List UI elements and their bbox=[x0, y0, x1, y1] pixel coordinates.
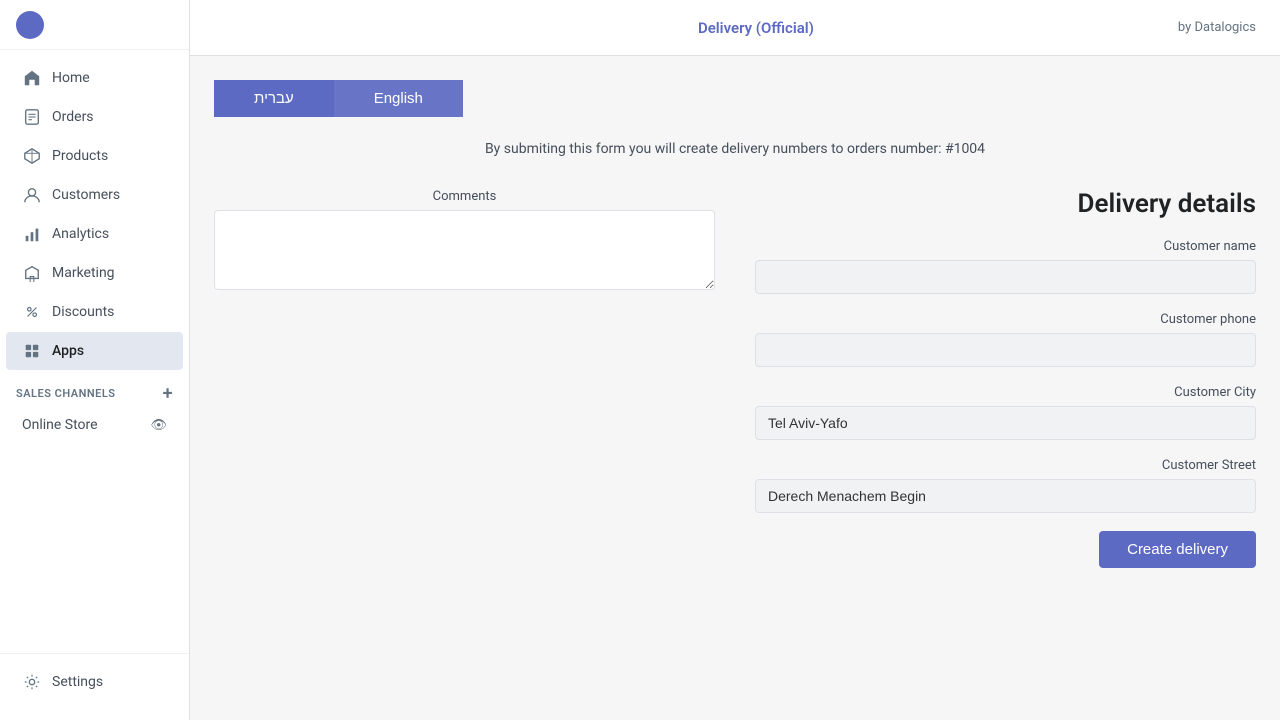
sidebar-logo bbox=[0, 0, 189, 50]
english-lang-button[interactable]: English bbox=[334, 80, 463, 117]
shopify-logo-icon bbox=[16, 11, 44, 39]
sidebar-item-discounts[interactable]: Discounts bbox=[6, 293, 183, 331]
sidebar-item-apps[interactable]: Apps bbox=[6, 332, 183, 370]
hebrew-lang-button[interactable]: עברית bbox=[214, 80, 334, 117]
customer-city-input[interactable] bbox=[755, 406, 1256, 440]
topbar-title: Delivery (Official) bbox=[698, 19, 814, 37]
sidebar-item-settings[interactable]: Settings bbox=[6, 663, 183, 701]
customer-street-input[interactable] bbox=[755, 479, 1256, 513]
sidebar-item-discounts-label: Discounts bbox=[52, 304, 114, 320]
customer-street-label: Customer Street bbox=[755, 458, 1256, 473]
sidebar-nav: Home Orders Products Customers bbox=[0, 50, 189, 653]
sidebar-item-settings-label: Settings bbox=[52, 674, 103, 690]
language-toggle: עברית English bbox=[214, 80, 1256, 117]
eye-icon: 👁 bbox=[150, 418, 167, 433]
customer-name-input[interactable] bbox=[755, 260, 1256, 294]
sidebar-item-marketing-label: Marketing bbox=[52, 265, 115, 281]
customer-city-field-group: Customer City bbox=[755, 385, 1256, 440]
customer-name-field-group: Customer name bbox=[755, 239, 1256, 294]
customer-phone-input[interactable] bbox=[755, 333, 1256, 367]
sidebar: Home Orders Products Customers bbox=[0, 0, 190, 720]
home-icon bbox=[22, 68, 42, 88]
sidebar-item-home[interactable]: Home bbox=[6, 59, 183, 97]
sidebar-item-online-store[interactable]: Online Store 👁 bbox=[6, 409, 183, 441]
sidebar-item-customers[interactable]: Customers bbox=[6, 176, 183, 214]
info-text: By submiting this form you will create d… bbox=[214, 141, 1256, 157]
settings-icon bbox=[22, 672, 42, 692]
sidebar-item-orders[interactable]: Orders bbox=[6, 98, 183, 136]
products-icon bbox=[22, 146, 42, 166]
sales-channels-section: SALES CHANNELS + bbox=[0, 371, 189, 408]
sidebar-item-products-label: Products bbox=[52, 148, 108, 164]
comments-textarea[interactable] bbox=[214, 210, 715, 290]
sidebar-item-analytics-label: Analytics bbox=[52, 226, 109, 242]
add-sales-channel-icon[interactable]: + bbox=[163, 383, 173, 404]
sidebar-item-apps-label: Apps bbox=[52, 343, 84, 359]
sidebar-footer: Settings bbox=[0, 653, 189, 710]
apps-icon bbox=[22, 341, 42, 361]
sidebar-item-products[interactable]: Products bbox=[6, 137, 183, 175]
sales-channels-label: SALES CHANNELS bbox=[16, 387, 116, 400]
customers-icon bbox=[22, 185, 42, 205]
customer-phone-field-group: Customer phone bbox=[755, 312, 1256, 367]
comments-label: Comments bbox=[214, 189, 715, 204]
marketing-icon bbox=[22, 263, 42, 283]
discounts-icon bbox=[22, 302, 42, 322]
sidebar-item-marketing[interactable]: Marketing bbox=[6, 254, 183, 292]
delivery-details-title: Delivery details bbox=[755, 189, 1256, 219]
analytics-icon bbox=[22, 224, 42, 244]
sidebar-item-customers-label: Customers bbox=[52, 187, 120, 203]
delivery-details-section: Delivery details Customer name Customer … bbox=[755, 189, 1256, 568]
online-store-label: Online Store bbox=[22, 417, 98, 433]
create-delivery-button[interactable]: Create delivery bbox=[1099, 531, 1256, 568]
orders-icon bbox=[22, 107, 42, 127]
sidebar-item-orders-label: Orders bbox=[52, 109, 94, 125]
topbar-by: by Datalogics bbox=[1178, 20, 1256, 35]
content-area: עברית English By submiting this form you… bbox=[190, 56, 1280, 720]
customer-street-field-group: Customer Street bbox=[755, 458, 1256, 513]
topbar: Delivery (Official) by Datalogics bbox=[190, 0, 1280, 56]
form-area: Comments Delivery details Customer name … bbox=[214, 189, 1256, 568]
sidebar-item-analytics[interactable]: Analytics bbox=[6, 215, 183, 253]
customer-name-label: Customer name bbox=[755, 239, 1256, 254]
customer-city-label: Customer City bbox=[755, 385, 1256, 400]
comments-section: Comments bbox=[214, 189, 715, 568]
customer-phone-label: Customer phone bbox=[755, 312, 1256, 327]
online-store-icons: 👁 bbox=[150, 418, 167, 433]
main-content: Delivery (Official) by Datalogics עברית … bbox=[190, 0, 1280, 720]
sidebar-item-home-label: Home bbox=[52, 70, 90, 86]
